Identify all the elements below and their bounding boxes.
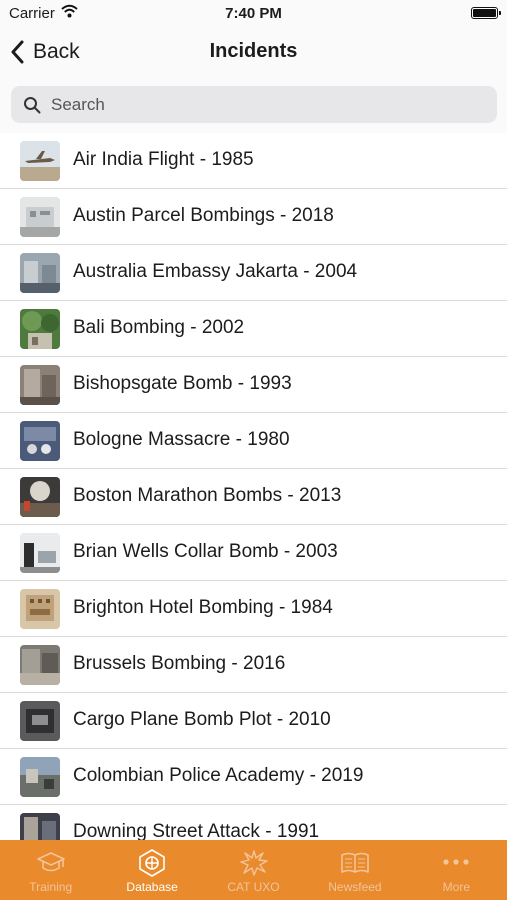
tab-more[interactable]: More — [406, 840, 507, 900]
list-item[interactable]: Bali Bombing - 2002 — [0, 301, 507, 357]
tab-label: More — [442, 880, 470, 894]
thumbnail-image — [20, 253, 60, 293]
incident-title: Brussels Bombing - 2016 — [73, 653, 286, 674]
list-item[interactable]: Australia Embassy Jakarta - 2004 — [0, 245, 507, 301]
tab-label: Training — [29, 880, 73, 894]
search-bar — [0, 78, 507, 133]
incident-title: Bologne Massacre - 1980 — [73, 429, 290, 450]
incident-title: Colombian Police Academy - 2019 — [73, 765, 364, 786]
list-item[interactable]: Brian Wells Collar Bomb - 2003 — [0, 525, 507, 581]
search-input[interactable] — [49, 93, 473, 116]
incident-title: Brian Wells Collar Bomb - 2003 — [73, 541, 338, 562]
thumbnail-image — [20, 197, 60, 237]
incident-title: Cargo Plane Bomb Plot - 2010 — [73, 709, 331, 730]
list-item[interactable]: Air India Flight - 1985 — [0, 133, 507, 189]
tab-label: CAT UXO — [227, 880, 280, 894]
list-item[interactable]: Brighton Hotel Bombing - 1984 — [0, 581, 507, 637]
tab-label: Database — [126, 880, 178, 894]
incident-title: Bishopsgate Bomb - 1993 — [73, 373, 292, 394]
thumbnail-image — [20, 813, 60, 840]
navigation-bar: Back Incidents — [0, 26, 507, 78]
tab-database[interactable]: Database — [101, 840, 202, 900]
more-dots-icon — [443, 859, 469, 865]
thumbnail-image — [20, 421, 60, 461]
list-item[interactable]: Bishopsgate Bomb - 1993 — [0, 357, 507, 413]
page-title: Incidents — [209, 40, 298, 62]
explosion-icon — [239, 850, 268, 876]
thumbnail-image — [20, 141, 60, 181]
tab-label: Newsfeed — [328, 880, 382, 894]
list-item[interactable]: Brussels Bombing - 2016 — [0, 637, 507, 693]
search-icon — [24, 96, 41, 113]
incident-title: Austin Parcel Bombings - 2018 — [73, 205, 334, 226]
tab-newsfeed[interactable]: Newsfeed — [304, 840, 405, 900]
graduation-cap-icon — [36, 852, 65, 872]
list-item[interactable]: Boston Marathon Bombs - 2013 — [0, 469, 507, 525]
incident-title: Air India Flight - 1985 — [73, 149, 254, 170]
thumbnail-image — [20, 645, 60, 685]
list-item[interactable]: Downing Street Attack - 1991 — [0, 805, 507, 840]
incident-title: Downing Street Attack - 1991 — [73, 821, 320, 840]
list-item[interactable]: Colombian Police Academy - 2019 — [0, 749, 507, 805]
thumbnail-image — [20, 309, 60, 349]
incident-title: Boston Marathon Bombs - 2013 — [73, 485, 342, 506]
incident-title: Bali Bombing - 2002 — [73, 317, 245, 338]
tab-cat-uxo[interactable]: CAT UXO — [203, 840, 304, 900]
book-icon — [341, 852, 369, 873]
tab-bar: Training Database CAT UXO Newsfeed More — [0, 840, 507, 900]
thumbnail-image — [20, 701, 60, 741]
thumbnail-image — [20, 589, 60, 629]
thumbnail-image — [20, 533, 60, 573]
list-item[interactable]: Austin Parcel Bombings - 2018 — [0, 189, 507, 245]
list-item[interactable]: Cargo Plane Bomb Plot - 2010 — [0, 693, 507, 749]
incident-list: Air India Flight - 1985 Austin Parcel Bo… — [0, 133, 507, 840]
battery-icon — [471, 7, 501, 19]
thumbnail-image — [20, 365, 60, 405]
database-icon — [139, 849, 165, 877]
status-bar: Carrier 7:40 PM — [0, 0, 507, 26]
tab-training[interactable]: Training — [0, 840, 101, 900]
search-field[interactable] — [11, 86, 497, 123]
thumbnail-image — [20, 757, 60, 797]
list-item[interactable]: Bologne Massacre - 1980 — [0, 413, 507, 469]
incident-title: Brighton Hotel Bombing - 1984 — [73, 597, 333, 618]
thumbnail-image — [20, 477, 60, 517]
clock: 7:40 PM — [225, 5, 282, 22]
incident-title: Australia Embassy Jakarta - 2004 — [73, 261, 358, 282]
